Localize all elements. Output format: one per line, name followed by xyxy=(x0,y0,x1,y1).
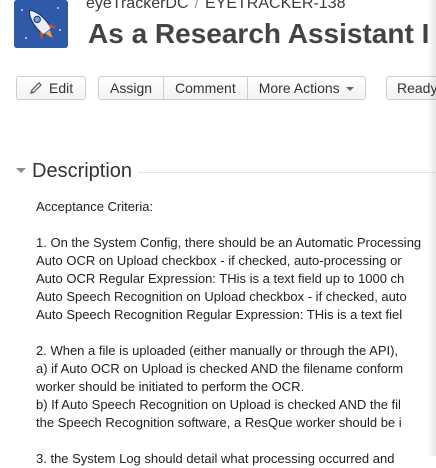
comment-button[interactable]: Comment xyxy=(164,77,248,99)
description-body: Acceptance Criteria: 1. On the System Co… xyxy=(36,198,436,468)
action-button-group: Assign Comment More Actions xyxy=(98,76,366,100)
description-line xyxy=(36,432,436,450)
breadcrumb: eyeTrackerDC / EYETRACKER-138 xyxy=(86,0,346,13)
description-line xyxy=(36,324,436,342)
description-line: Auto Speech Recognition Regular Expressi… xyxy=(36,307,403,322)
description-line: 2. When a file is uploaded (either manua… xyxy=(36,343,399,358)
chevron-down-icon xyxy=(345,87,354,91)
assign-button[interactable]: Assign xyxy=(99,77,165,99)
more-actions-button[interactable]: More Actions xyxy=(248,77,365,99)
twixie-down-icon[interactable] xyxy=(16,168,26,173)
edit-button[interactable]: Edit xyxy=(16,76,86,100)
window-edge-shadow xyxy=(428,0,436,456)
pencil-icon xyxy=(29,79,43,94)
issue-header: eyeTrackerDC / EYETRACKER-138 As a Researc… xyxy=(0,0,436,64)
description-line: Acceptance Criteria: xyxy=(36,199,154,214)
description-heading: Description xyxy=(32,160,139,183)
breadcrumb-separator: / xyxy=(194,0,199,12)
breadcrumb-issue-key-link[interactable]: EYETRACKER-138 xyxy=(205,0,346,12)
edit-button-label: Edit xyxy=(49,80,74,96)
issue-title[interactable]: As a Research Assistant I xyxy=(88,18,429,50)
description-line: b) If Auto Speech Recognition on Upload … xyxy=(36,397,401,412)
issue-toolbar: Edit Assign Comment More Actions Ready xyxy=(0,76,436,102)
description-line: 1. On the System Config, there should be… xyxy=(36,235,422,250)
breadcrumb-project-link[interactable]: eyeTrackerDC xyxy=(86,0,189,12)
description-line: Auto Speech Recognition on Upload checkb… xyxy=(36,289,407,304)
description-line: Auto OCR on Upload checkbox - if checked… xyxy=(36,253,402,268)
description-line: a) if Auto OCR on Upload is checked AND … xyxy=(36,361,404,376)
description-line: the Speech Recognition software, a ResQu… xyxy=(36,415,402,430)
project-avatar-rocket-icon[interactable] xyxy=(14,0,68,48)
more-actions-label: More Actions xyxy=(258,80,340,96)
description-line: 3. the System Log should detail what pro… xyxy=(36,451,395,466)
description-line: worker should be initiated to perform th… xyxy=(36,379,305,394)
description-line xyxy=(36,216,436,234)
description-line: Auto OCR Regular Expression: THis is a t… xyxy=(36,271,405,286)
